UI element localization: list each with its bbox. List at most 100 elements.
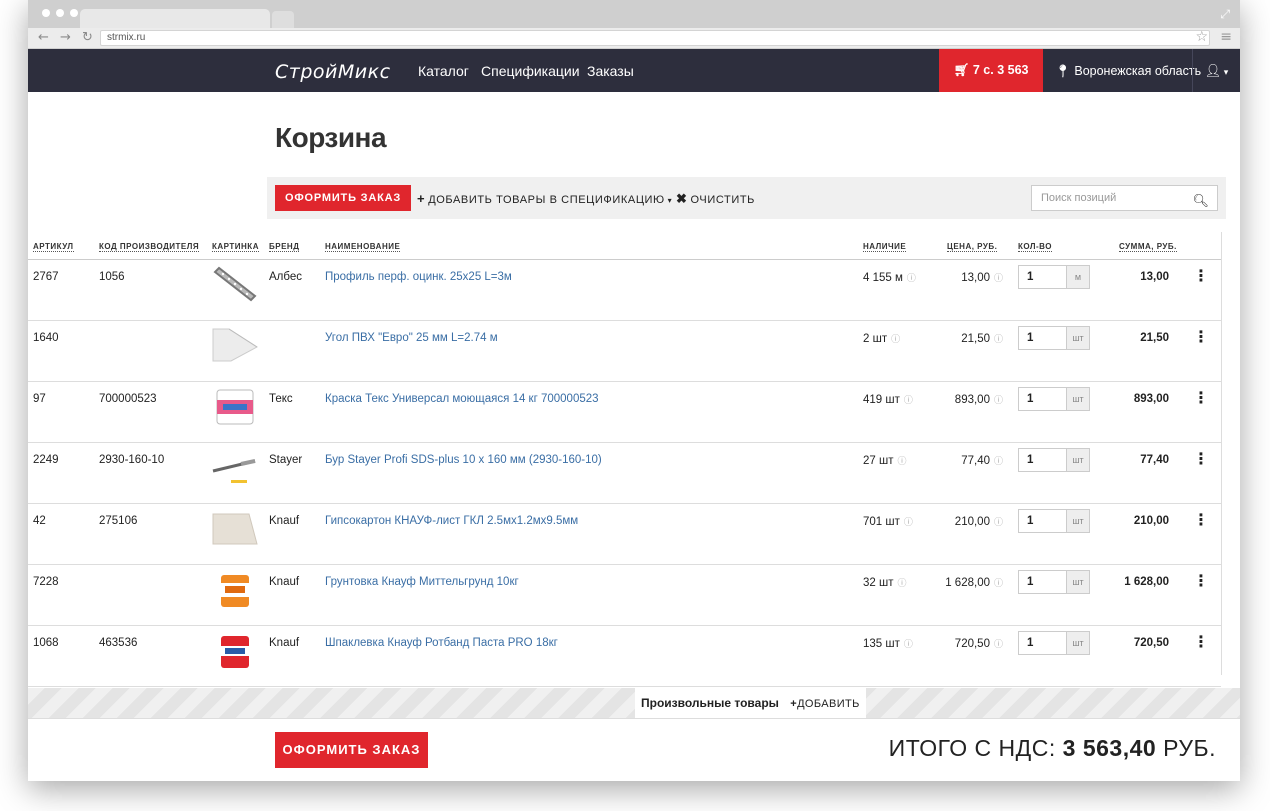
row-sum: 21,50 — [1140, 332, 1169, 344]
price-cell: 21,50 ⓘ — [961, 332, 1003, 345]
quantity-input[interactable]: 1 шт — [1018, 326, 1090, 350]
cart-button[interactable]: 🛒︎ 7 с. 3 563 руб. — [939, 49, 1043, 120]
add-to-spec-button[interactable]: + ДОБАВИТЬ ТОВАРЫ В СПЕЦИФИКАЦИЮ ▾ — [417, 191, 672, 206]
quantity-input[interactable]: 1 шт — [1018, 570, 1090, 594]
browser-menu-icon[interactable]: ≡ — [1220, 29, 1232, 45]
product-thumbnail[interactable] — [211, 325, 259, 365]
new-tab-button[interactable] — [272, 11, 294, 28]
forward-icon[interactable]: → — [60, 30, 71, 45]
col-image[interactable]: КАРТИНКА — [212, 242, 259, 252]
caret-down-icon: ▾ — [1221, 67, 1229, 77]
info-icon[interactable]: ⓘ — [994, 579, 1003, 589]
product-thumbnail[interactable] — [211, 630, 259, 670]
product-thumbnail[interactable] — [211, 447, 259, 487]
table-header: АРТИКУЛ КОД ПРОИЗВОДИТЕЛЯ КАРТИНКА БРЕНД… — [28, 232, 1221, 260]
price-value: 13,00 — [961, 272, 990, 284]
bookmark-star-icon[interactable]: ☆ — [1195, 29, 1208, 45]
col-price[interactable]: ЦЕНА, РУБ. — [947, 242, 998, 252]
table-row: 7228 Knauf Грунтовка Кнауф Миттельгрунд 10… — [28, 565, 1221, 626]
product-name-link[interactable]: Бур Stayer Profi SDS-plus 10 х 160 мм (2… — [325, 454, 602, 466]
info-icon[interactable]: ⓘ — [897, 457, 906, 467]
nav-specifications[interactable]: Спецификации — [481, 63, 580, 79]
info-icon[interactable]: ⓘ — [994, 335, 1003, 345]
expand-icon[interactable]: ⤢ — [1220, 7, 1230, 22]
info-icon[interactable]: ⓘ — [994, 457, 1003, 467]
product-thumbnail[interactable] — [211, 508, 259, 548]
quantity-value[interactable]: 1 — [1027, 637, 1033, 649]
site-logo[interactable]: СтройМикс — [275, 61, 391, 83]
info-icon[interactable]: ⓘ — [904, 396, 913, 406]
row-menu-icon[interactable]: ⋮ — [1193, 451, 1209, 467]
stock-cell: 701 шт ⓘ — [863, 515, 913, 528]
nav-catalog[interactable]: Каталог — [418, 63, 469, 79]
place-order-button[interactable]: ОФОРМИТЬ ЗАКАЗ — [275, 185, 412, 211]
product-name-link[interactable]: Грунтовка Кнауф Миттельгрунд 10кг — [325, 576, 519, 588]
address-bar-area: ← → ↻ strmix.ru ☆ ≡ — [28, 28, 1240, 49]
row-menu-icon[interactable]: ⋮ — [1193, 268, 1209, 284]
product-name-link[interactable]: Угол ПВХ "Евро" 25 мм L=2.74 м — [325, 332, 498, 344]
info-icon[interactable]: ⓘ — [904, 640, 913, 650]
product-thumbnail[interactable] — [211, 264, 259, 304]
search-icon[interactable]: 🔍︎ — [1192, 190, 1209, 214]
row-menu-icon[interactable]: ⋮ — [1193, 329, 1209, 345]
row-menu-icon[interactable]: ⋮ — [1193, 512, 1209, 528]
col-qty[interactable]: КОЛ-ВО — [1018, 242, 1052, 252]
col-article[interactable]: АРТИКУЛ — [33, 242, 74, 252]
col-sum[interactable]: СУММА, РУБ. — [1119, 242, 1177, 252]
col-brand[interactable]: БРЕНД — [269, 242, 300, 252]
info-icon[interactable]: ⓘ — [994, 274, 1003, 284]
total-prefix: ИТОГО С НДС: — [888, 735, 1056, 761]
user-menu[interactable]: 👤︎ ▾ — [1192, 49, 1240, 92]
search-input[interactable]: Поиск позиций 🔍︎ — [1031, 185, 1218, 211]
info-icon[interactable]: ⓘ — [891, 335, 900, 345]
quantity-value[interactable]: 1 — [1027, 393, 1033, 405]
product-name-link[interactable]: Краска Текс Универсал моющаяся 14 кг 700… — [325, 393, 599, 405]
row-menu-icon[interactable]: ⋮ — [1193, 634, 1209, 650]
price-value: 893,00 — [954, 394, 990, 406]
quantity-value[interactable]: 1 — [1027, 454, 1033, 466]
col-maker-code[interactable]: КОД ПРОИЗВОДИТЕЛЯ — [99, 242, 200, 252]
col-stock[interactable]: НАЛИЧИЕ — [863, 242, 907, 252]
col-name[interactable]: НАИМЕНОВАНИЕ — [325, 242, 401, 252]
info-icon[interactable]: ⓘ — [907, 274, 916, 284]
product-thumbnail[interactable] — [211, 386, 259, 426]
stock-cell: 2 шт ⓘ — [863, 332, 900, 345]
clear-cart-button[interactable]: ✖ ОЧИСТИТЬ — [676, 191, 755, 207]
price-cell: 77,40 ⓘ — [961, 454, 1003, 467]
table-row: 2767 1056 Албес Профиль перф. оцинк. 25х25 … — [28, 260, 1221, 321]
quantity-input[interactable]: 1 шт — [1018, 509, 1090, 533]
stock-value: 2 шт — [863, 333, 888, 345]
info-icon[interactable]: ⓘ — [994, 518, 1003, 528]
window-controls[interactable] — [42, 9, 78, 17]
table-row: 42 275106 Knauf Гипсокартон КНАУФ-лист ГКЛ … — [28, 504, 1221, 565]
table-row: 97 700000523 Текс Краска Текс Универсал мою… — [28, 382, 1221, 443]
info-icon[interactable]: ⓘ — [994, 640, 1003, 650]
url-input[interactable]: strmix.ru — [100, 30, 1210, 46]
add-custom-goods-button[interactable]: +ДОБАВИТЬ — [790, 698, 860, 710]
back-icon[interactable]: ← — [38, 30, 49, 45]
product-name-link[interactable]: Профиль перф. оцинк. 25х25 L=3м — [325, 271, 512, 283]
info-icon[interactable]: ⓘ — [897, 579, 906, 589]
clear-label: ОЧИСТИТЬ — [690, 194, 755, 206]
row-menu-icon[interactable]: ⋮ — [1193, 390, 1209, 406]
quantity-value[interactable]: 1 — [1027, 271, 1033, 283]
product-name-link[interactable]: Гипсокартон КНАУФ-лист ГКЛ 2.5мх1.2мх9.5… — [325, 515, 578, 527]
quantity-value[interactable]: 1 — [1027, 515, 1033, 527]
region-selector[interactable]: 📍︎ Воронежская область — [1055, 64, 1201, 79]
row-menu-icon[interactable]: ⋮ — [1193, 573, 1209, 589]
quantity-input[interactable]: 1 шт — [1018, 387, 1090, 411]
quantity-input[interactable]: 1 шт — [1018, 631, 1090, 655]
info-icon[interactable]: ⓘ — [904, 518, 913, 528]
quantity-input[interactable]: 1 шт — [1018, 448, 1090, 472]
reload-icon[interactable]: ↻ — [82, 30, 93, 45]
quantity-value[interactable]: 1 — [1027, 332, 1033, 344]
quantity-value[interactable]: 1 — [1027, 576, 1033, 588]
product-name-link[interactable]: Шпаклевка Кнауф Ротбанд Паста PRO 18кг — [325, 637, 558, 649]
place-order-bottom-button[interactable]: ОФОРМИТЬ ЗАКАЗ — [275, 732, 428, 768]
info-icon[interactable]: ⓘ — [994, 396, 1003, 406]
quantity-input[interactable]: 1м — [1018, 265, 1090, 289]
browser-tab[interactable] — [80, 9, 270, 28]
browser-frame: ⤢ ← → ↻ strmix.ru ☆ ≡ СтройМикс Каталог … — [0, 0, 1270, 811]
product-thumbnail[interactable] — [211, 569, 259, 609]
nav-orders[interactable]: Заказы — [587, 63, 634, 79]
